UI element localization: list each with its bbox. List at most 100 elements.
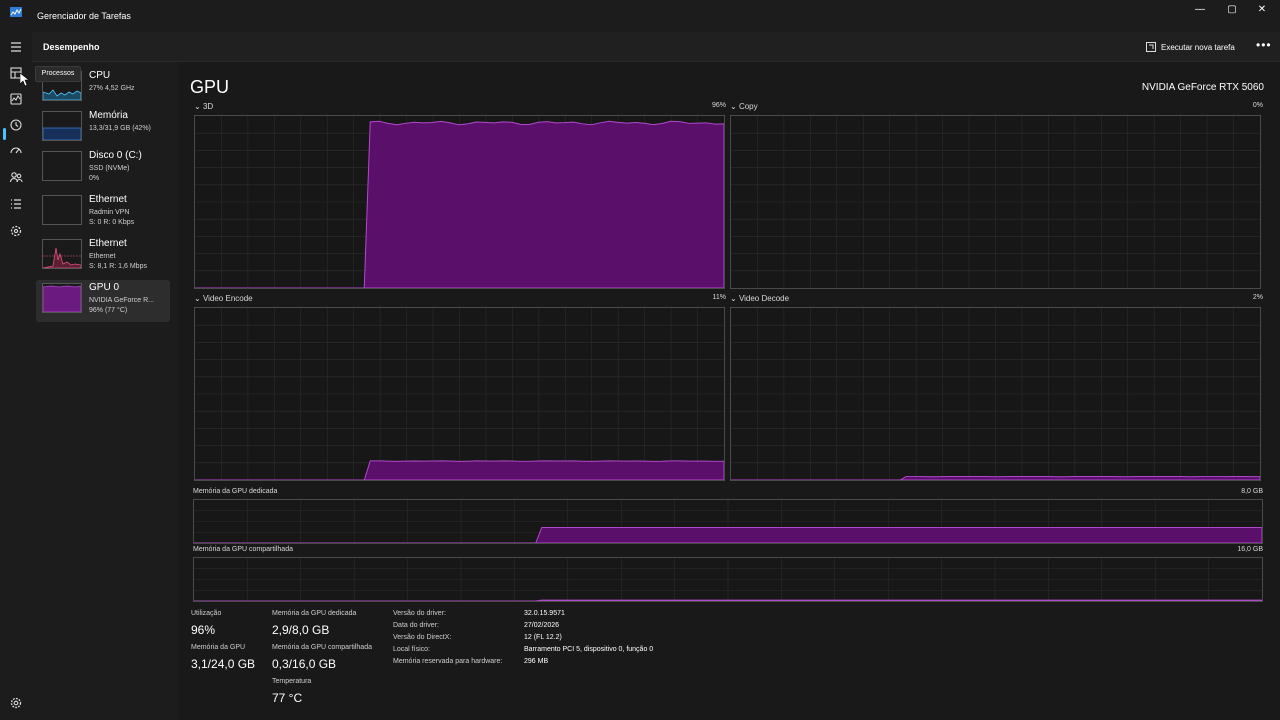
gpu-performance-panel: GPU NVIDIA GeForce RTX 5060 ⌄ 3D 96% ⌄ C… xyxy=(178,62,1280,720)
graph-3d-label: 3D xyxy=(202,102,214,111)
device-item-disk[interactable]: Disco 0 (C:) SSD (NVMe) 0% xyxy=(36,148,170,190)
utilization-label: Utilização xyxy=(191,610,222,617)
device-list: CPU 27% 4,52 GHz Memória 13,3/31,9 GB (4… xyxy=(32,62,178,720)
performance-icon[interactable] xyxy=(8,91,24,107)
graph-copy-selector[interactable]: ⌄ Copy xyxy=(730,102,758,111)
page-title: Desempenho xyxy=(43,42,100,52)
device-detail: SSD (NVMe) xyxy=(89,165,130,172)
gpu-memory-label: Memória da GPU xyxy=(191,644,246,651)
physical-location-label: Local físico: xyxy=(393,646,430,653)
graph-decode-label: Video Decode xyxy=(738,294,790,303)
graph-encode-percent: 11% xyxy=(712,294,727,301)
device-name: Ethernet xyxy=(89,238,127,249)
graph-shared-memory xyxy=(193,557,1263,602)
directx-version-value: 12 (FL 12.2) xyxy=(524,634,562,641)
graph-encode-plot xyxy=(195,308,724,480)
startup-apps-icon[interactable] xyxy=(8,143,24,159)
graph-copy-grid xyxy=(731,116,1260,288)
graph-encode-grid xyxy=(195,308,724,480)
graph-decode-grid xyxy=(731,308,1260,480)
settings-icon[interactable] xyxy=(8,695,24,711)
dedicated-memory-stat-label: Memória da GPU dedicada xyxy=(272,610,357,617)
maximize-button[interactable]: ▢ xyxy=(1222,4,1242,16)
device-detail-2: S: 0 R: 0 Kbps xyxy=(89,219,135,226)
device-item-gpu[interactable]: GPU 0 NVIDIA GeForce R... 96% (77 °C) xyxy=(36,280,170,322)
device-detail: Ethernet xyxy=(89,253,116,260)
details-icon[interactable] xyxy=(8,196,24,212)
graph-dedicated-memory xyxy=(193,499,1263,544)
reserved-memory-label: Memória reservada para hardware: xyxy=(393,658,503,665)
shared-memory-stat-value: 0,3/16,0 GB xyxy=(272,657,337,671)
more-options-button[interactable]: ••• xyxy=(1256,38,1272,52)
active-indicator xyxy=(3,128,6,140)
dedicated-memory-stat-value: 2,9/8,0 GB xyxy=(272,623,330,637)
ethernet-vpn-thumbnail xyxy=(42,195,82,225)
run-new-task-label: Executar nova tarefa xyxy=(1161,42,1235,52)
graph-copy-label: Copy xyxy=(738,102,758,111)
temperature-value: 77 °C xyxy=(272,691,303,705)
memory-thumbnail xyxy=(42,111,82,141)
reserved-memory-value: 296 MB xyxy=(524,658,549,665)
graph-3d xyxy=(194,115,725,289)
title-bar: Gerenciador de Tarefas — ▢ ✕ xyxy=(0,0,1280,32)
gpu-memory-value: 3,1/24,0 GB xyxy=(191,657,256,671)
device-detail: NVIDIA GeForce R... xyxy=(89,297,154,304)
hamburger-menu-icon[interactable] xyxy=(8,39,24,55)
minimize-button[interactable]: — xyxy=(1190,4,1210,16)
graph-3d-plot xyxy=(195,116,724,288)
close-button[interactable]: ✕ xyxy=(1252,4,1272,16)
device-item-ethernet[interactable]: Ethernet Ethernet S: 8,1 R: 1,6 Mbps xyxy=(36,236,170,278)
device-detail: 27% 4,52 GHz xyxy=(89,85,135,92)
window-title: Gerenciador de Tarefas xyxy=(37,11,131,21)
device-name: Disco 0 (C:) xyxy=(89,150,142,161)
run-new-task-button[interactable]: Executar nova tarefa xyxy=(1146,40,1235,54)
device-detail-2: 0% xyxy=(89,175,100,182)
driver-date-label: Data do driver: xyxy=(393,622,439,629)
graph-3d-selector[interactable]: ⌄ 3D xyxy=(194,102,213,111)
device-name: Ethernet xyxy=(89,194,127,205)
device-detail-2: S: 8,1 R: 1,6 Mbps xyxy=(89,263,147,270)
device-detail-2: 96% (77 °C) xyxy=(89,307,128,314)
graph-copy-plot xyxy=(731,116,1260,288)
shared-memory-stat-label: Memória da GPU compartilhada xyxy=(272,644,372,651)
graph-3d-percent: 96% xyxy=(711,102,726,109)
gpu-thumbnail xyxy=(42,283,82,313)
driver-version-value: 32.0.15.9571 xyxy=(524,610,565,617)
graph-copy xyxy=(730,115,1261,289)
graph-shared-grid xyxy=(194,558,1262,601)
mouse-cursor xyxy=(20,73,30,87)
shared-memory-max: 16,0 GB xyxy=(1237,546,1263,553)
page-header: Desempenho Executar nova tarefa ••• xyxy=(32,32,1280,62)
graph-decode-percent: 2% xyxy=(1252,294,1263,301)
navigation-rail xyxy=(0,32,32,720)
device-item-memory[interactable]: Memória 13,3/31,9 GB (42%) xyxy=(36,108,170,150)
driver-date-value: 27/02/2026 xyxy=(524,622,560,629)
device-name: Memória xyxy=(89,110,128,121)
physical-location-value: Barramento PCI 5, dispositivo 0, função … xyxy=(524,646,654,653)
app-history-icon[interactable] xyxy=(8,117,24,133)
utilization-value: 96% xyxy=(191,623,216,637)
gpu-heading: GPU xyxy=(190,77,230,97)
dedicated-memory-max: 8,0 GB xyxy=(1241,488,1263,495)
shared-memory-label: Memória da GPU compartilhada xyxy=(193,546,293,553)
services-icon[interactable] xyxy=(8,223,24,239)
directx-version-label: Versão do DirectX: xyxy=(393,634,452,641)
graph-video-decode xyxy=(730,307,1261,481)
users-icon[interactable] xyxy=(8,169,24,185)
task-manager-app-icon xyxy=(10,7,22,17)
device-detail: 13,3/31,9 GB (42%) xyxy=(89,125,151,132)
graph-decode-plot xyxy=(731,308,1260,480)
processes-tooltip: Processos xyxy=(35,66,81,82)
dedicated-memory-label: Memória da GPU dedicada xyxy=(193,488,278,495)
graph-video-encode xyxy=(194,307,725,481)
graph-encode-selector[interactable]: ⌄ Video Encode xyxy=(194,294,253,303)
ethernet-thumbnail xyxy=(42,239,82,269)
graph-encode-label: Video Encode xyxy=(202,294,253,303)
device-detail: Radmin VPN xyxy=(89,209,130,216)
disk-thumbnail xyxy=(42,151,82,181)
graph-decode-selector[interactable]: ⌄ Video Decode xyxy=(730,294,789,303)
run-task-icon xyxy=(1146,42,1156,52)
graph-dedicated-plot xyxy=(194,500,1262,543)
device-item-ethernet-vpn[interactable]: Ethernet Radmin VPN S: 0 R: 0 Kbps xyxy=(36,192,170,234)
graph-shared-plot xyxy=(194,558,1262,601)
